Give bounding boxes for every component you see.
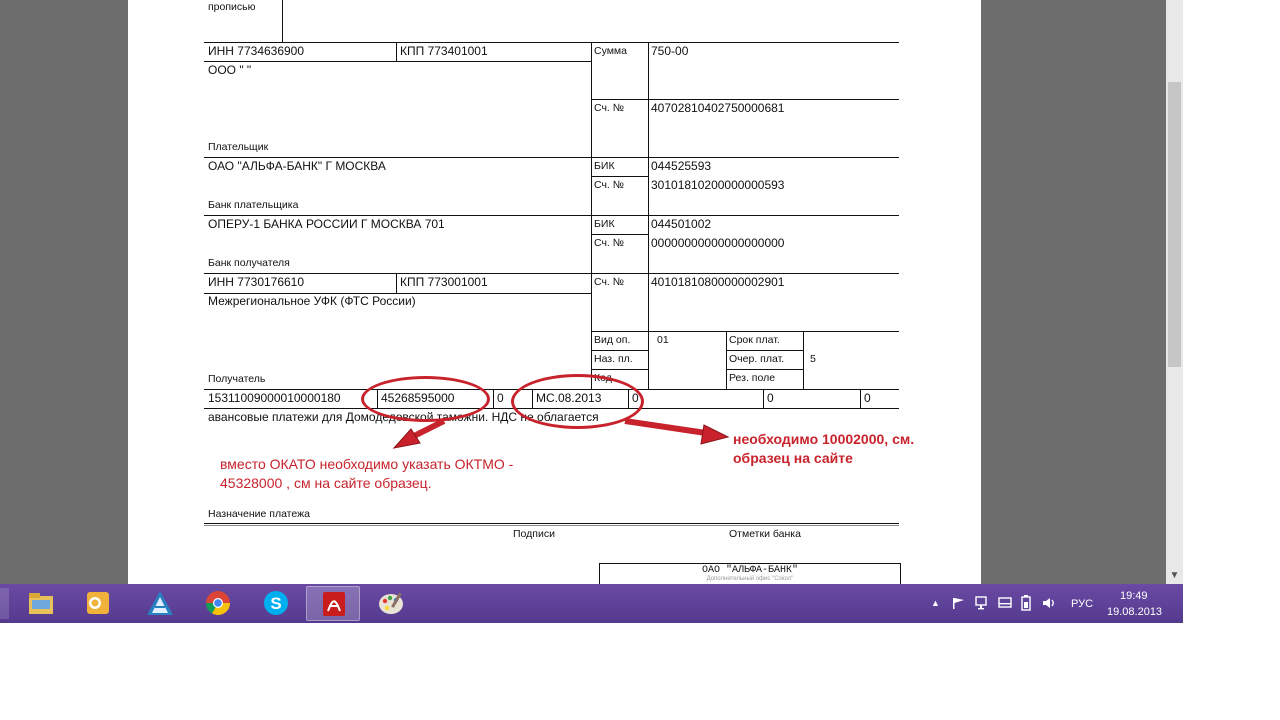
annotation-arrows [392, 418, 730, 449]
show-hidden-icons-icon[interactable]: ▲ [931, 597, 940, 609]
app-a-icon [147, 591, 173, 615]
network-icon[interactable] [975, 596, 989, 610]
clock-time[interactable]: 19:49 [1120, 590, 1148, 602]
acrobat-reader-icon [323, 592, 345, 616]
arrow-to-period-note-head [700, 424, 730, 445]
scrollbar-thumb[interactable] [1168, 82, 1181, 367]
vertical-scrollbar[interactable]: ▼ [1166, 0, 1183, 584]
arrow-to-oktmo-note [410, 418, 446, 440]
input-language[interactable]: РУС [1071, 598, 1093, 610]
svg-text:S: S [270, 594, 281, 613]
taskbar-edge [0, 588, 9, 619]
folder-icon [29, 593, 53, 614]
payment-order-page: прописью ИНН 7734636900 КПП 773401001 ОО… [128, 0, 981, 584]
scroll-down-arrow-icon[interactable]: ▼ [1166, 568, 1183, 584]
chrome-icon [206, 591, 230, 616]
taskbar-skype[interactable]: S [249, 586, 303, 621]
taskbar-chrome[interactable] [191, 586, 245, 621]
paint-palette-icon [379, 592, 403, 614]
oktmo-note-line2: 45328000 , см на сайте образец. [220, 475, 432, 491]
clock-date[interactable]: 19.08.2013 [1107, 606, 1162, 618]
battery-icon[interactable] [1020, 595, 1032, 611]
taskbar-acrobat-reader[interactable] [306, 586, 360, 621]
skype-icon: S [264, 591, 288, 615]
taskbar-paint[interactable] [364, 586, 418, 621]
display-icon[interactable] [998, 597, 1012, 609]
action-center-flag-icon[interactable] [952, 597, 965, 610]
period-note-line1: необходимо 10002000, см. [733, 431, 915, 447]
screen: прописью ИНН 7734636900 КПП 773401001 ОО… [0, 0, 1183, 623]
taskbar-outlook[interactable] [71, 586, 125, 621]
period-note-line2: образец на сайте [733, 450, 853, 466]
outlook-icon [87, 592, 109, 614]
volume-icon[interactable] [1042, 596, 1056, 610]
oktmo-note-line1: вместо ОКАТО необходимо указать ОКТМО - [220, 456, 514, 472]
arrow-to-period-note [624, 418, 707, 436]
taskbar-app-a[interactable] [133, 586, 187, 621]
taskbar-file-explorer[interactable] [14, 586, 68, 621]
windows-taskbar: S ▲ РУС 19:49 19.08.2013 [0, 584, 1183, 623]
